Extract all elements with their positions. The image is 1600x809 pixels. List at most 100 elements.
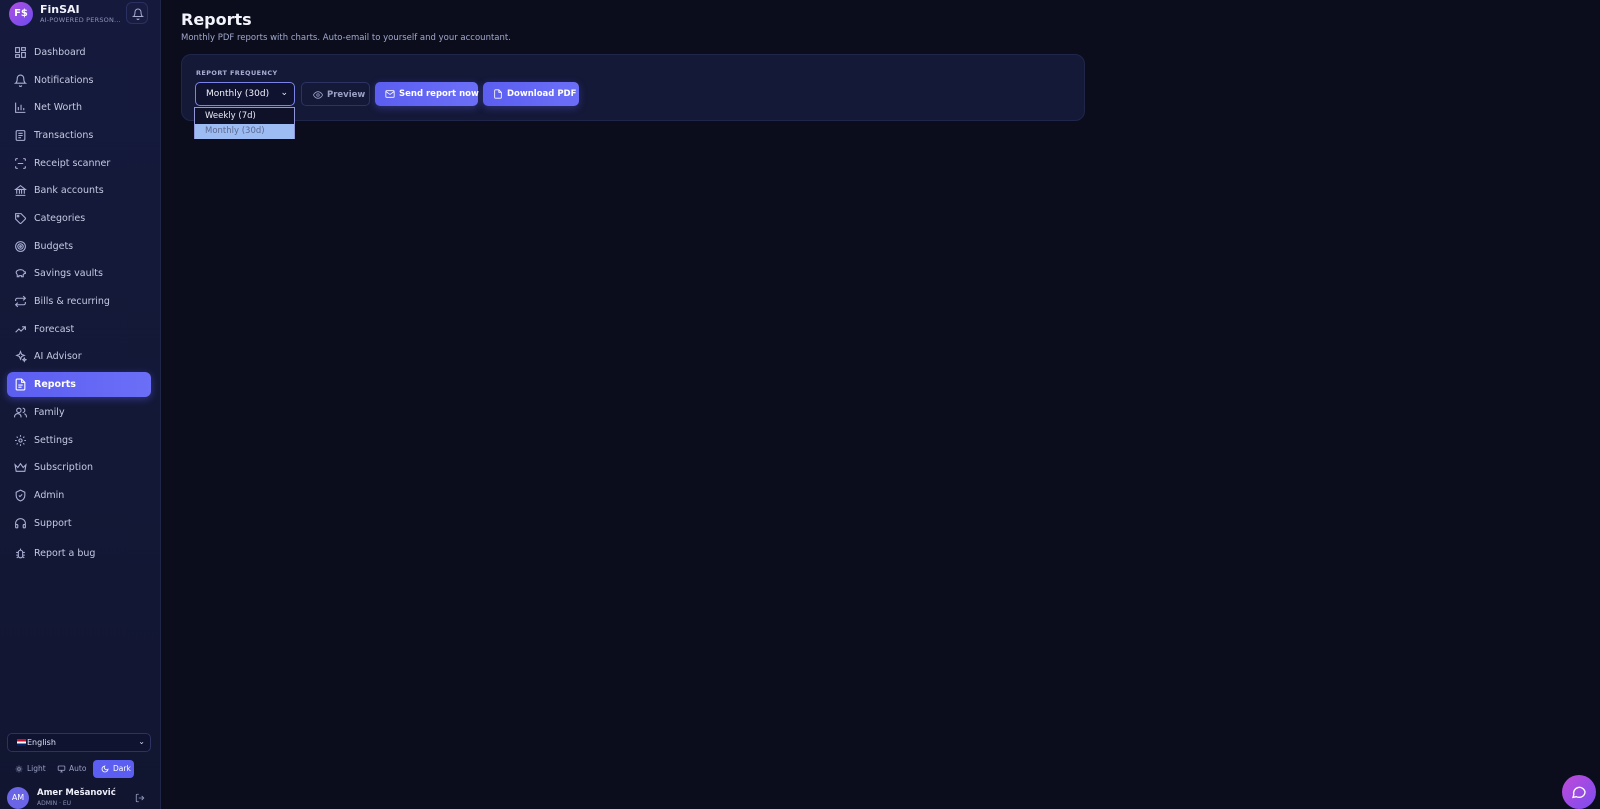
avatar: AM <box>7 787 29 809</box>
sidebar-item-label: Savings vaults <box>34 268 103 279</box>
download-pdf-label: Download PDF <box>507 89 577 99</box>
sidebar-item-report-bug[interactable]: Report a bug <box>7 541 151 566</box>
moon-icon <box>101 765 109 773</box>
chat-icon <box>1572 786 1586 799</box>
page-title: Reports <box>181 10 252 29</box>
frequency-select[interactable]: Monthly (30d) ⌄ <box>195 82 295 106</box>
report-controls-card: REPORT FREQUENCY Monthly (30d) ⌄ Preview… <box>181 54 1085 121</box>
user-profile[interactable]: AM Amer Mešanović ADMIN · EU <box>7 787 151 809</box>
sidebar-item-label: AI Advisor <box>34 351 82 362</box>
notifications-button[interactable] <box>126 2 148 24</box>
sidebar: F$ FinSAI AI-POWERED PERSON... Dashboard… <box>0 0 161 809</box>
bell-icon <box>14 74 27 87</box>
crown-icon <box>14 462 27 472</box>
logout-icon[interactable] <box>135 793 145 803</box>
file-icon <box>494 89 502 99</box>
sidebar-item-label: Admin <box>34 490 65 501</box>
chat-button[interactable] <box>1562 775 1596 809</box>
sidebar-item-settings[interactable]: Settings <box>7 428 151 453</box>
sidebar-item-receipt-scanner[interactable]: Receipt scanner <box>7 151 151 176</box>
chevron-down-icon: ⌄ <box>280 88 288 98</box>
eye-icon <box>313 91 323 99</box>
sidebar-item-notifications[interactable]: Notifications <box>7 68 151 93</box>
mail-icon <box>385 90 395 98</box>
sidebar-item-forecast[interactable]: Forecast <box>7 317 151 342</box>
bell-icon <box>132 8 144 20</box>
sun-icon <box>15 765 23 773</box>
frequency-option-weekly[interactable]: Weekly (7d) <box>195 109 294 124</box>
sidebar-item-label: Settings <box>34 435 73 446</box>
sidebar-item-subscription[interactable]: Subscription <box>7 455 151 480</box>
page-subtitle: Monthly PDF reports with charts. Auto-em… <box>181 33 511 43</box>
theme-light-button[interactable]: Light <box>7 760 47 778</box>
download-pdf-button[interactable]: Download PDF <box>483 82 579 106</box>
shield-icon <box>15 489 26 502</box>
sparkles-icon <box>15 350 27 363</box>
bar-chart-icon <box>15 102 26 113</box>
chevron-down-icon: ⌄ <box>138 737 145 746</box>
sidebar-item-transactions[interactable]: Transactions <box>7 123 151 148</box>
monitor-icon <box>57 765 66 773</box>
grid-icon <box>15 47 26 58</box>
repeat-icon <box>14 295 27 308</box>
preview-button[interactable]: Preview <box>301 82 370 106</box>
sidebar-item-label: Family <box>34 407 65 418</box>
theme-light-label: Light <box>27 764 46 773</box>
tag-icon <box>15 213 26 224</box>
sidebar-item-budgets[interactable]: Budgets <box>7 234 151 259</box>
frequency-dropdown: Weekly (7d) Monthly (30d) <box>194 107 295 139</box>
language-value: English <box>27 738 56 747</box>
theme-auto-button[interactable]: Auto <box>49 760 91 778</box>
user-role: ADMIN · EU <box>37 800 72 807</box>
bug-icon <box>16 548 25 559</box>
sidebar-item-ai-advisor[interactable]: AI Advisor <box>7 344 151 369</box>
user-name: Amer Mešanović <box>37 788 116 798</box>
sidebar-item-reports[interactable]: Reports <box>7 372 151 397</box>
gear-icon <box>15 435 26 446</box>
sidebar-item-label: Subscription <box>34 462 94 473</box>
bank-icon <box>14 184 27 196</box>
sidebar-item-bills-recurring[interactable]: Bills & recurring <box>7 289 151 314</box>
preview-label: Preview <box>327 90 366 100</box>
users-icon <box>14 407 27 418</box>
send-report-label: Send report now <box>399 89 479 99</box>
sidebar-item-label: Report a bug <box>34 548 96 559</box>
frequency-label: REPORT FREQUENCY <box>196 69 278 77</box>
language-select[interactable]: English ⌄ <box>7 733 151 752</box>
frequency-value: Monthly (30d) <box>206 89 270 99</box>
file-icon <box>15 378 26 391</box>
sidebar-item-label: Forecast <box>34 324 75 335</box>
theme-switch: Light Auto Dark <box>7 760 136 778</box>
sidebar-item-label: Transactions <box>34 130 94 141</box>
theme-dark-label: Dark <box>113 764 131 773</box>
theme-dark-button[interactable]: Dark <box>93 760 134 778</box>
sidebar-item-net-worth[interactable]: Net Worth <box>7 95 151 120</box>
sidebar-item-family[interactable]: Family <box>7 400 151 425</box>
sidebar-item-label: Notifications <box>34 75 94 86</box>
sidebar-item-label: Dashboard <box>34 47 86 58</box>
sidebar-item-label: Categories <box>34 213 86 224</box>
sidebar-item-dashboard[interactable]: Dashboard <box>7 40 151 65</box>
headset-icon <box>15 518 26 529</box>
sidebar-item-admin[interactable]: Admin <box>7 483 151 508</box>
sidebar-item-label: Receipt scanner <box>34 158 111 169</box>
trend-up-icon <box>15 326 26 333</box>
target-icon <box>15 241 26 252</box>
sidebar-item-bank-accounts[interactable]: Bank accounts <box>7 178 151 203</box>
piggy-bank-icon <box>15 269 26 278</box>
send-report-button[interactable]: Send report now <box>375 82 479 106</box>
sidebar-item-support[interactable]: Support <box>7 511 151 536</box>
sidebar-item-label: Reports <box>34 379 76 390</box>
sidebar-item-label: Support <box>34 518 72 529</box>
frequency-option-monthly[interactable]: Monthly (30d) <box>195 124 294 139</box>
sidebar-item-savings-vaults[interactable]: Savings vaults <box>7 261 151 286</box>
scan-icon <box>15 158 26 169</box>
brand-logo: F$ <box>9 2 33 26</box>
brand-name: FinSAI <box>40 3 80 16</box>
sidebar-item-categories[interactable]: Categories <box>7 206 151 231</box>
uk-flag-icon <box>17 739 26 746</box>
brand-tagline: AI-POWERED PERSON... <box>40 16 121 24</box>
sidebar-item-label: Bills & recurring <box>34 296 110 307</box>
sidebar-item-label: Net Worth <box>34 102 82 113</box>
sidebar-item-label: Bank accounts <box>34 185 104 196</box>
